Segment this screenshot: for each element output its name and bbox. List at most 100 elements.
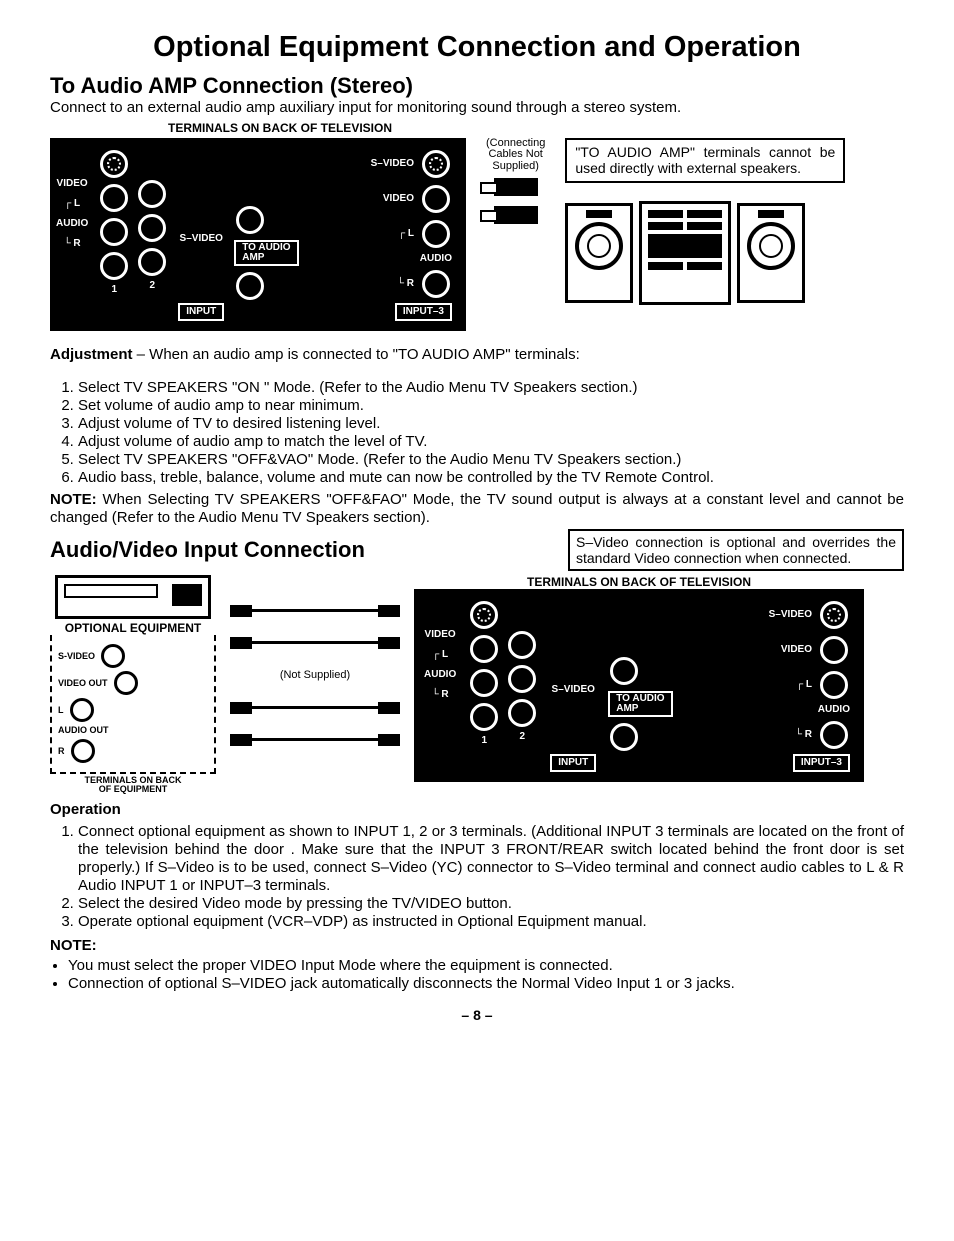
operation-heading: Operation [50, 801, 904, 819]
audio-l-cable-icon [230, 702, 400, 714]
list-item: Connect optional equipment as shown to I… [78, 823, 904, 895]
label-audio: AUDIO [56, 218, 88, 230]
video3-jack-icon [820, 636, 848, 664]
speaker-left-icon [565, 203, 633, 303]
panel-caption-2: TERMINALS ON BACK OF TELEVISION [414, 575, 864, 589]
list-item: Select the desired Video mode by pressin… [78, 895, 904, 913]
list-item: Select TV SPEAKERS "OFF&VAO" Mode. (Refe… [78, 451, 904, 469]
amp-l-jack-icon [610, 657, 638, 685]
label-video-3: VIDEO [781, 644, 812, 656]
label-rl-3: ┌ L [398, 228, 414, 240]
operation-steps: Connect optional equipment as shown to I… [78, 823, 904, 931]
label-audio-3: AUDIO [818, 704, 850, 716]
vcr-icon [55, 575, 211, 619]
label-2: 2 [149, 280, 155, 292]
speaker-right-icon [737, 203, 805, 303]
tv-back-panel-2: VIDEO ┌ L AUDIO └ R 1 2 [414, 589, 864, 782]
section1-heading: To Audio AMP Connection (Stereo) [50, 73, 904, 99]
label-1: 1 [481, 735, 487, 747]
note2-list: You must select the proper VIDEO Input M… [68, 957, 904, 993]
cables-column: (Not Supplied) [230, 575, 400, 746]
svideo3-jack-icon [820, 601, 848, 629]
figure-2: OPTIONAL EQUIPMENT S-VIDEO VIDEO OUT L A… [50, 575, 904, 795]
label-2: 2 [519, 731, 525, 743]
eq-l-label: L [58, 705, 64, 716]
amp-r-jack-icon [236, 272, 264, 300]
svideo3-jack-icon [422, 150, 450, 178]
note-1: NOTE: When Selecting TV SPEAKERS "OFF&FA… [50, 491, 904, 527]
eq-audioout-label: AUDIO OUT [58, 725, 109, 736]
audio3-l-jack-icon [422, 220, 450, 248]
panel-caption-1: TERMINALS ON BACK OF TELEVISION [140, 121, 420, 135]
equipment-back-panel: S-VIDEO VIDEO OUT L AUDIO OUT R [50, 635, 216, 774]
eq-video-jack-icon [114, 671, 138, 695]
audio-l-jack-icon [138, 214, 166, 242]
figure-1: VIDEO ┌ L AUDIO └ R 1 2 S–VIDEO [50, 138, 904, 331]
video-jack-icon [508, 631, 536, 659]
label-svideo: S–VIDEO [552, 684, 595, 696]
audio-r-jack-icon [100, 252, 128, 280]
section2-heading: Audio/Video Input Connection [50, 537, 365, 563]
not-supplied-label: (Not Supplied) [280, 669, 350, 682]
eq-videoout-label: VIDEO OUT [58, 678, 108, 689]
label-svideo-3: S–VIDEO [371, 158, 414, 170]
label-rl: ┌ L [432, 649, 448, 661]
label-video: VIDEO [425, 629, 456, 641]
svideo-jack-icon [470, 601, 498, 629]
list-item: Set volume of audio amp to near minimum. [78, 397, 904, 415]
video3-jack-icon [422, 185, 450, 213]
list-item: Select TV SPEAKERS "ON " Mode. (Refer to… [78, 379, 904, 397]
list-item: Adjust volume of audio amp to match the … [78, 433, 904, 451]
label-1: 1 [111, 284, 117, 296]
label-input3: INPUT–3 [395, 303, 452, 321]
adjustment-steps: Select TV SPEAKERS "ON " Mode. (Refer to… [78, 379, 904, 487]
eq-audio-r-jack-icon [71, 739, 95, 763]
video-jack-icon [470, 635, 498, 663]
svideo-jack-icon [100, 150, 128, 178]
amp-l-jack-icon [236, 206, 264, 234]
audio-r-jack-icon [508, 699, 536, 727]
page-title: Optional Equipment Connection and Operat… [50, 30, 904, 65]
cable-annotation: (Connecting Cables Not Supplied) [486, 138, 545, 228]
eq-back-caption: TERMINALS ON BACK OF EQUIPMENT [85, 776, 182, 795]
svideo-cable-icon [230, 605, 400, 617]
audio-l-jack-icon [508, 665, 536, 693]
label-lr: └ R [64, 238, 81, 250]
list-item: Audio bass, treble, balance, volume and … [78, 469, 904, 487]
tv-back-panel: VIDEO ┌ L AUDIO └ R 1 2 S–VIDEO [50, 138, 466, 331]
video-jack-icon [100, 184, 128, 212]
audio3-l-jack-icon [820, 671, 848, 699]
audio3-r-jack-icon [422, 270, 450, 298]
eq-svideo-jack-icon [101, 644, 125, 668]
amp-r-jack-icon [610, 723, 638, 751]
video-jack-icon [138, 180, 166, 208]
audio-l-jack-icon [100, 218, 128, 246]
label-rl: ┌ L [64, 198, 80, 210]
audio-r-jack-icon [138, 248, 166, 276]
note2-heading: NOTE: [50, 937, 904, 955]
label-svideo: S–VIDEO [180, 233, 223, 245]
label-svideo-3: S–VIDEO [769, 609, 812, 621]
label-lr: └ R [432, 689, 449, 701]
label-input: INPUT [178, 303, 224, 321]
section1-intro: Connect to an external audio amp auxilia… [50, 99, 904, 117]
eq-audio-l-jack-icon [70, 698, 94, 722]
page-number: – 8 – [50, 1007, 904, 1024]
audio-l-jack-icon [470, 669, 498, 697]
label-lr-3: └ R [795, 729, 812, 741]
label-input: INPUT [550, 754, 596, 772]
svideo-note-box: S–Video connection is optional and overr… [568, 529, 904, 571]
audio3-r-jack-icon [820, 721, 848, 749]
stereo-system-icon [565, 201, 845, 305]
list-item: Connection of optional S–VIDEO jack auto… [68, 975, 904, 993]
list-item: Operate optional equipment (VCR–VDP) as … [78, 913, 904, 931]
label-video: VIDEO [57, 178, 88, 190]
label-audio-3: AUDIO [420, 253, 452, 265]
list-item: Adjust volume of TV to desired listening… [78, 415, 904, 433]
label-input3: INPUT–3 [793, 754, 850, 772]
adjustment-intro: Adjustment – When an audio amp is connec… [50, 346, 904, 364]
amplifier-icon [639, 201, 731, 305]
video-cable-icon [230, 637, 400, 649]
audio-r-cable-icon [230, 734, 400, 746]
label-lr-3: └ R [397, 278, 414, 290]
